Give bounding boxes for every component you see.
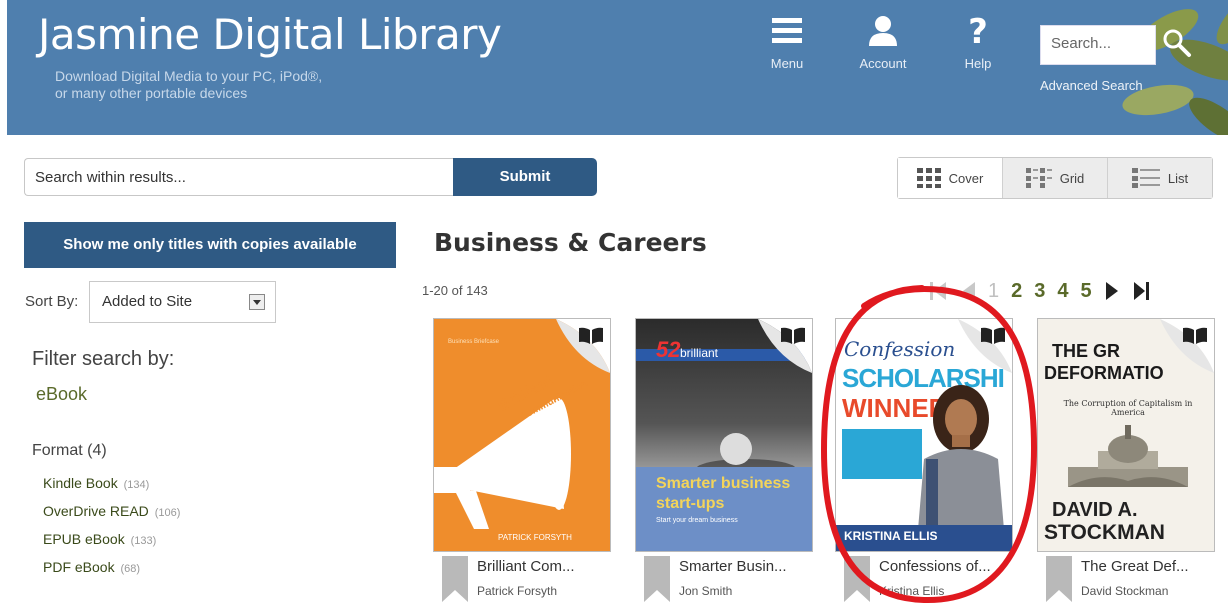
sort-select[interactable]: Added to Site	[89, 281, 276, 323]
search-within-input[interactable]: Search within results...	[24, 158, 454, 196]
last-page-icon[interactable]	[1132, 280, 1152, 302]
site-title[interactable]: Jasmine Digital Library	[38, 10, 502, 59]
book-author[interactable]: David Stockman	[1081, 584, 1168, 598]
book-title[interactable]: Brilliant Com...	[477, 558, 575, 575]
submit-button[interactable]: Submit	[453, 158, 597, 196]
header-search-input[interactable]: Search...	[1040, 25, 1156, 65]
help-button[interactable]: ? Help	[955, 14, 1001, 71]
open-book-icon	[981, 327, 1005, 344]
available-only-button[interactable]: Show me only titles with copies availabl…	[24, 222, 396, 268]
filter-heading: Filter search by:	[32, 348, 175, 370]
menu-button[interactable]: Menu	[762, 14, 812, 71]
page-5[interactable]: 5	[1081, 280, 1092, 303]
book-title[interactable]: Confessions of...	[879, 558, 991, 575]
open-book-icon	[781, 327, 805, 344]
site-tagline: Download Digital Media to your PC, iPod®…	[55, 68, 323, 101]
book-author[interactable]: Kristina Ellis	[879, 584, 944, 598]
view-list-label: List	[1167, 170, 1189, 186]
book-title[interactable]: Smarter Busin...	[679, 558, 787, 575]
question-icon: ?	[968, 14, 988, 46]
bookmark-ribbon-icon[interactable]	[644, 556, 670, 602]
bookmark-ribbon-icon[interactable]	[442, 556, 468, 602]
bookmark-ribbon-icon[interactable]	[844, 556, 870, 602]
menu-label: Menu	[770, 56, 804, 71]
next-page-icon[interactable]	[1104, 280, 1120, 302]
book-cover[interactable]: Business Briefcase Brilliant Communicati…	[433, 318, 611, 552]
menu-icon	[772, 18, 802, 43]
book-author[interactable]: Jon Smith	[679, 584, 732, 598]
prev-page-icon[interactable]	[962, 280, 976, 302]
result-range: 1-20 of 143	[422, 283, 488, 298]
book-title[interactable]: The Great Def...	[1081, 558, 1189, 575]
account-button[interactable]: Account	[850, 14, 916, 71]
page-3[interactable]: 3	[1034, 280, 1045, 303]
book-cover[interactable]: 52 brilliant Smarter business start-ups …	[635, 318, 813, 552]
grid-view-icon	[1025, 168, 1052, 188]
page-4[interactable]: 4	[1057, 280, 1068, 303]
filter-ebook-link[interactable]: eBook	[36, 384, 87, 405]
sort-label: Sort By:	[25, 293, 79, 310]
bookmark-ribbon-icon[interactable]	[1046, 556, 1072, 602]
book-cover[interactable]: Confession SCHOLARSHI WINNER KRISTINA EL…	[835, 318, 1013, 552]
book-author[interactable]: Patrick Forsyth	[477, 584, 557, 598]
view-switcher: Cover Grid List	[897, 157, 1213, 199]
page-2[interactable]: 2	[1011, 280, 1022, 303]
account-label: Account	[859, 56, 907, 71]
sort-value: Added to Site	[102, 293, 193, 310]
format-item-epub[interactable]: EPUB eBook (133)	[43, 526, 180, 554]
first-page-icon[interactable]	[928, 280, 950, 302]
site-header: Jasmine Digital Library Download Digital…	[7, 0, 1228, 135]
list-view-icon	[1131, 168, 1160, 188]
view-cover-button[interactable]: Cover	[898, 158, 1003, 198]
open-book-icon	[1183, 327, 1207, 344]
book-card: 52 brilliant Smarter business start-ups …	[635, 318, 813, 602]
search-icon[interactable]	[1162, 28, 1192, 58]
cover-view-icon	[916, 168, 941, 188]
book-card: Confession SCHOLARSHI WINNER KRISTINA EL…	[835, 318, 1013, 602]
capitol-building-illustration	[1068, 425, 1188, 487]
book-card: THE GR DEFORMATIO The Corruption of Capi…	[1037, 318, 1215, 602]
page-title: Business & Careers	[434, 228, 707, 257]
format-item-pdf[interactable]: PDF eBook (68)	[43, 554, 180, 582]
page-1[interactable]: 1	[988, 280, 999, 303]
open-book-icon	[579, 327, 603, 344]
svg-text:?: ?	[968, 14, 988, 46]
dropdown-arrow-icon[interactable]	[249, 294, 265, 310]
format-list: Kindle Book (134) OverDrive READ (106) E…	[43, 470, 180, 582]
book-cover[interactable]: THE GR DEFORMATIO The Corruption of Capi…	[1037, 318, 1215, 552]
format-heading: Format (4)	[32, 442, 107, 459]
view-grid-button[interactable]: Grid	[1003, 158, 1108, 198]
format-item-kindle[interactable]: Kindle Book (134)	[43, 470, 180, 498]
view-cover-label: Cover	[948, 170, 984, 186]
format-item-overdrive-read[interactable]: OverDrive READ (106)	[43, 498, 180, 526]
view-grid-label: Grid	[1059, 170, 1085, 186]
book-card: Business Briefcase Brilliant Communicati…	[433, 318, 611, 602]
view-list-button[interactable]: List	[1108, 158, 1212, 198]
leaves-decoration	[1122, 0, 1228, 135]
advanced-search-link[interactable]: Advanced Search	[1040, 78, 1143, 93]
help-label: Help	[964, 56, 992, 71]
pagination: 1 2 3 4 5	[928, 276, 1152, 306]
user-icon	[869, 16, 897, 46]
